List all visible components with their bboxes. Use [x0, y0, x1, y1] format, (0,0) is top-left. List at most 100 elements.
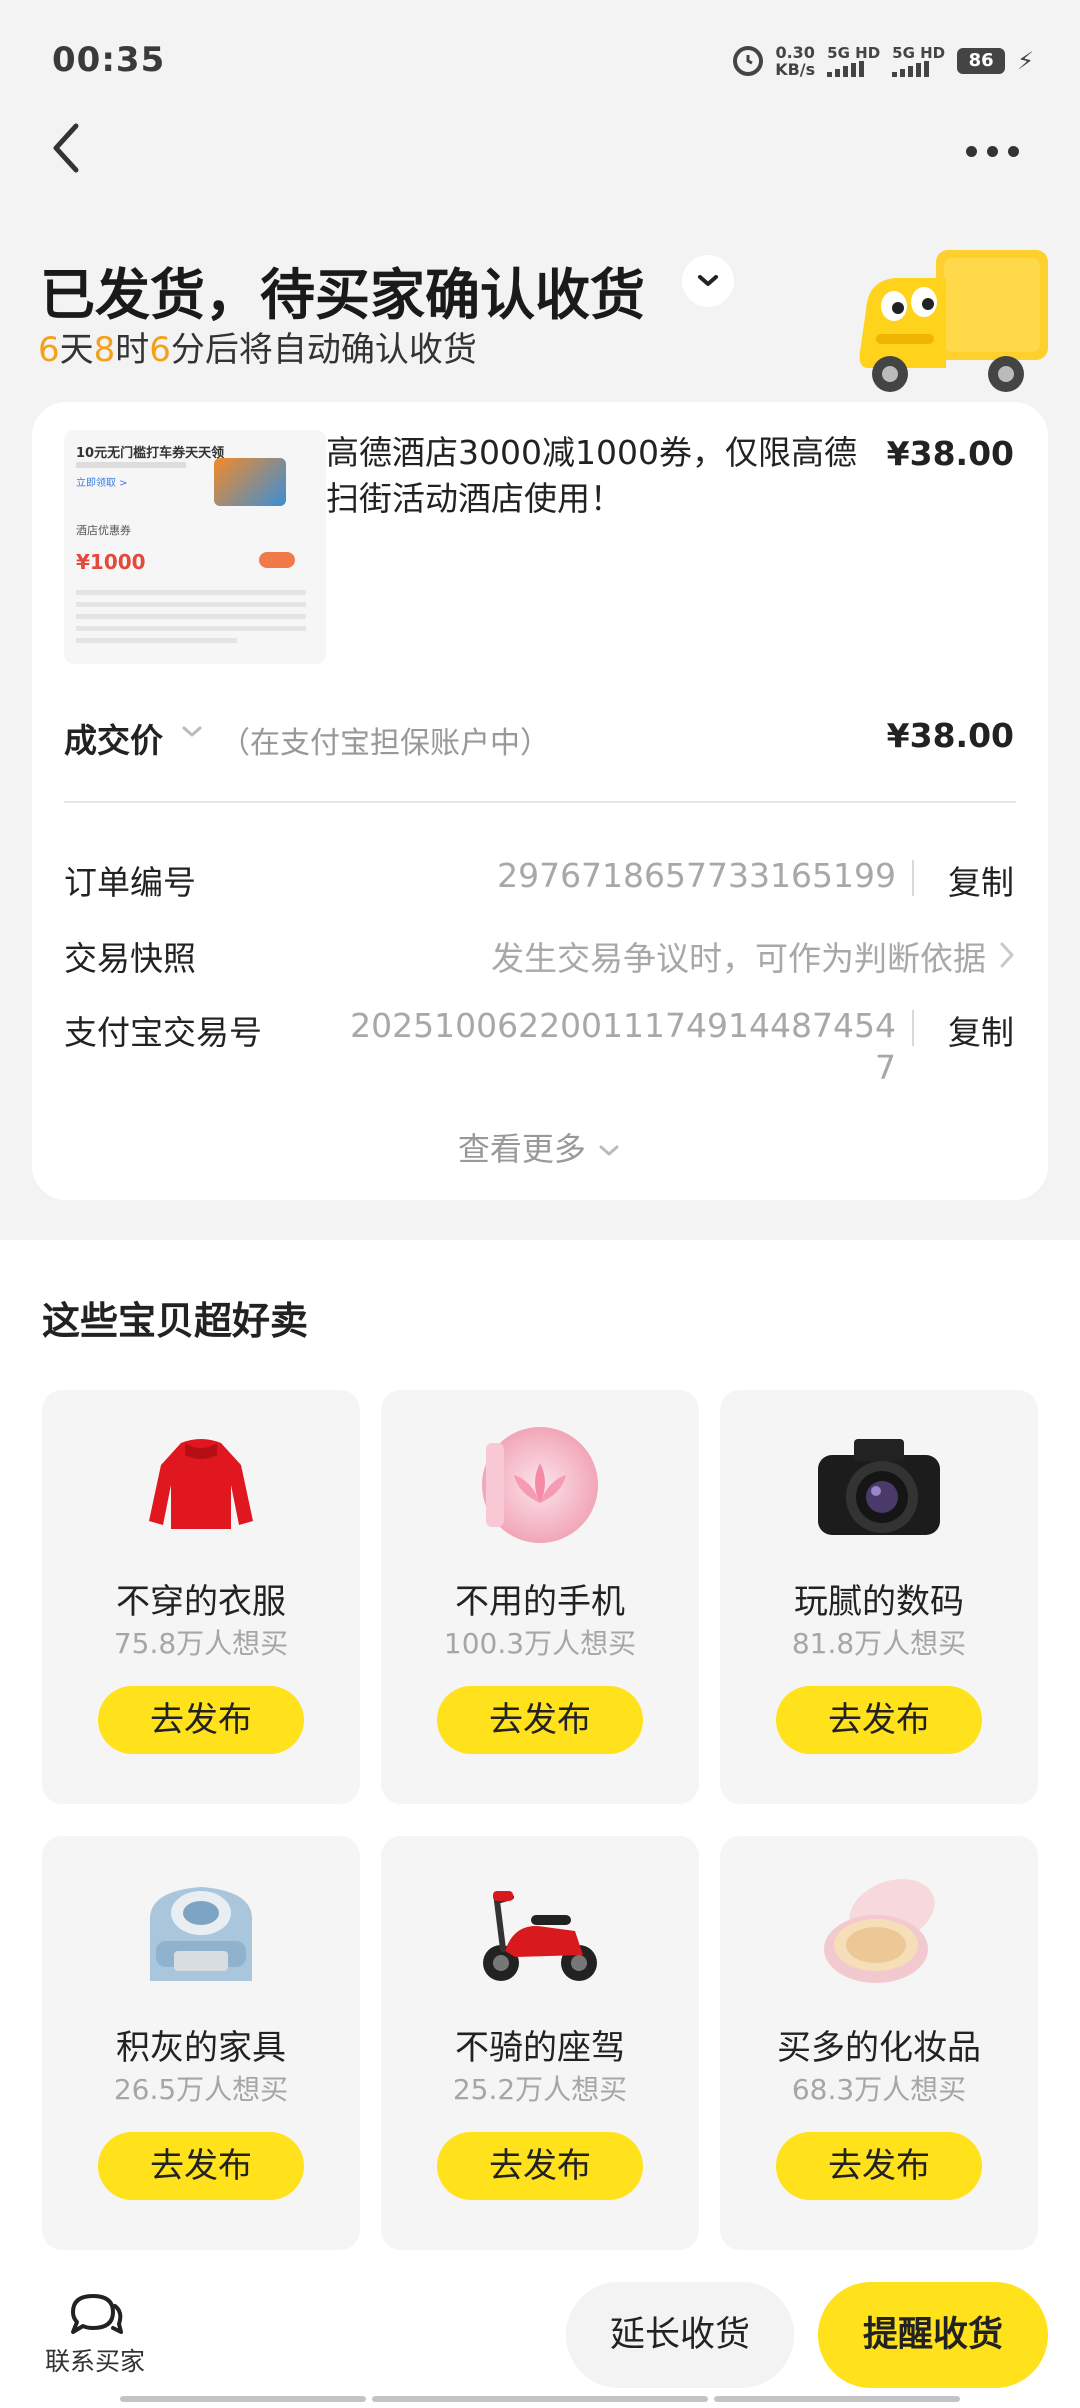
tile-count: 75.8万人想买 [113, 1627, 289, 1660]
back-button[interactable] [44, 118, 94, 178]
chevron-down-icon [698, 275, 718, 286]
snapshot-label[interactable]: 交易快照 [64, 932, 196, 980]
product-price: ¥38.00 [886, 434, 1014, 473]
bottom-action-bar: 联系买家 延长收货 提醒收货 [0, 2268, 1080, 2408]
sim2-label: 5G HD [892, 44, 946, 62]
home-indicator [714, 2396, 960, 2402]
alipay-no-line2: 7 [875, 1048, 896, 1087]
snapshot-value[interactable]: 发生交易争议时，可作为判断依据 [491, 932, 986, 980]
countdown-hours-unit: 时 [115, 330, 150, 370]
reco-tile-furniture[interactable]: 积灰的家具 26.5万人想买 去发布 [42, 1836, 360, 2250]
publish-button[interactable]: 去发布 [98, 1686, 304, 1754]
home-indicator [372, 2396, 708, 2402]
separator [912, 1010, 914, 1046]
reco-tile-digital[interactable]: 玩腻的数码 81.8万人想买 去发布 [720, 1390, 1038, 1804]
tile-count: 68.3万人想买 [791, 2073, 967, 2106]
publish-button[interactable]: 去发布 [98, 2132, 304, 2200]
thumb-tag: 酒店优惠券 [76, 524, 131, 537]
thumb-headline: 10元无门槛打车券天天领 [76, 446, 225, 461]
chevron-down-icon[interactable] [180, 724, 204, 744]
more-dot-icon [966, 145, 977, 157]
publish-button[interactable]: 去发布 [776, 1686, 982, 1754]
thumb-car-image [214, 458, 286, 506]
divider [64, 801, 1016, 803]
copy-order-no-button[interactable]: 复制 [948, 856, 1014, 904]
home-indicator [120, 2396, 366, 2402]
sim1-label: 5G HD [827, 44, 881, 62]
deal-price-note: （在支付宝担保账户中） [220, 726, 550, 761]
status-icons: 0.30 KB/s 5G HD 5G HD 86 ⚡ [733, 44, 1034, 78]
network-speed-unit: KB/s [775, 60, 816, 79]
network-speed: 0.30 KB/s [775, 44, 815, 78]
charging-icon: ⚡ [1017, 47, 1034, 75]
order-no-label: 订单编号 [64, 863, 196, 902]
countdown-suffix: 分后将自动确认收货 [170, 330, 477, 370]
reco-tile-clothes[interactable]: 不穿的衣服 75.8万人想买 去发布 [42, 1390, 360, 1804]
publish-button[interactable]: 去发布 [776, 2132, 982, 2200]
publish-button[interactable]: 去发布 [437, 2132, 643, 2200]
signal-sim2: 5G HD [892, 45, 945, 77]
alarm-icon [733, 46, 764, 76]
tile-name: 不骑的座驾 [455, 2028, 625, 2068]
more-dot-icon [1008, 145, 1019, 157]
see-more-button[interactable]: 查看更多 [32, 1124, 1048, 1170]
tile-name: 积灰的家具 [116, 2028, 286, 2068]
deal-price: ¥38.00 [886, 716, 1014, 755]
signal-bars-icon [827, 61, 865, 77]
phone-icon [475, 1420, 605, 1550]
extend-receipt-button[interactable]: 延长收货 [566, 2282, 794, 2388]
contact-buyer-button[interactable]: 联系买家 [40, 2290, 150, 2378]
scooter-icon [475, 1866, 605, 1996]
see-more-label: 查看更多 [457, 1130, 586, 1168]
thumb-amount: ¥1000 [76, 550, 146, 574]
tile-name: 玩腻的数码 [794, 1582, 964, 1622]
reco-tile-vehicle[interactable]: 不骑的座驾 25.2万人想买 去发布 [381, 1836, 699, 2250]
reco-tile-cosmetics[interactable]: 买多的化妆品 68.3万人想买 去发布 [720, 1836, 1038, 2250]
copy-alipay-no-button[interactable]: 复制 [948, 1006, 1014, 1054]
thumb-body-text [76, 590, 306, 650]
chevron-right-icon[interactable] [998, 940, 1016, 974]
status-bar: 00:35 0.30 KB/s 5G HD 5G HD 86 ⚡ [0, 0, 1080, 120]
cushion-compact-icon [814, 1866, 944, 1996]
tile-count: 25.2万人想买 [452, 2073, 628, 2106]
sweater-icon [136, 1420, 266, 1550]
status-time: 00:35 [52, 40, 166, 80]
tile-count: 81.8万人想买 [791, 1627, 967, 1660]
tile-name: 不用的手机 [455, 1582, 625, 1622]
countdown-minutes: 6 [149, 330, 171, 370]
product-title[interactable]: 高德酒店3000减1000券，仅限高德扫街活动酒店使用！ [326, 430, 886, 522]
auto-confirm-countdown: 6天8时6分后将自动确认收货 [38, 322, 477, 371]
remind-receipt-button[interactable]: 提醒收货 [818, 2282, 1048, 2388]
tile-count: 100.3万人想买 [443, 1627, 637, 1660]
tile-count: 26.5万人想买 [113, 2073, 289, 2106]
order-status-title: 已发货，待买家确认收货 [40, 263, 646, 327]
signal-bars-icon [892, 61, 930, 77]
recommendation-section: 这些宝贝超好卖 不穿的衣服 75.8万人想买 去发布 不用的手机 100.3万人… [0, 1240, 1080, 2300]
delivery-truck-icon [846, 240, 1056, 405]
status-expand-button[interactable] [682, 255, 734, 307]
countdown-hours: 8 [93, 330, 116, 370]
deal-price-label[interactable]: 成交价 [64, 714, 163, 762]
order-card: 10元无门槛打车券天天领 立即领取 > 酒店优惠券 ¥1000 高德酒店3000… [32, 402, 1048, 1200]
more-button[interactable] [966, 136, 1026, 166]
chat-bubble-icon [65, 2290, 125, 2340]
separator [912, 860, 914, 896]
chevron-down-icon [599, 1145, 619, 1156]
publish-button[interactable]: 去发布 [437, 1686, 643, 1754]
product-thumbnail[interactable]: 10元无门槛打车券天天领 立即领取 > 酒店优惠券 ¥1000 [64, 430, 326, 664]
signal-sim1: 5G HD [827, 45, 880, 77]
camera-icon [814, 1420, 944, 1550]
alipay-no-line1: 20251006220011174914487454 [350, 1006, 896, 1045]
alipay-no-label: 支付宝交易号 [64, 1013, 262, 1052]
tile-name: 不穿的衣服 [116, 1582, 286, 1622]
thumb-line [76, 462, 186, 468]
recommendation-title: 这些宝贝超好卖 [42, 1299, 309, 1343]
battery-icon: 86 [957, 48, 1006, 74]
back-arrow-icon [53, 123, 79, 173]
more-dot-icon [987, 145, 998, 157]
network-speed-value: 0.30 [775, 43, 815, 62]
countdown-days: 6 [38, 330, 60, 370]
reco-tile-phone[interactable]: 不用的手机 100.3万人想买 去发布 [381, 1390, 699, 1804]
thumb-link: 立即领取 > [76, 478, 128, 489]
countdown-days-unit: 天 [59, 330, 94, 370]
